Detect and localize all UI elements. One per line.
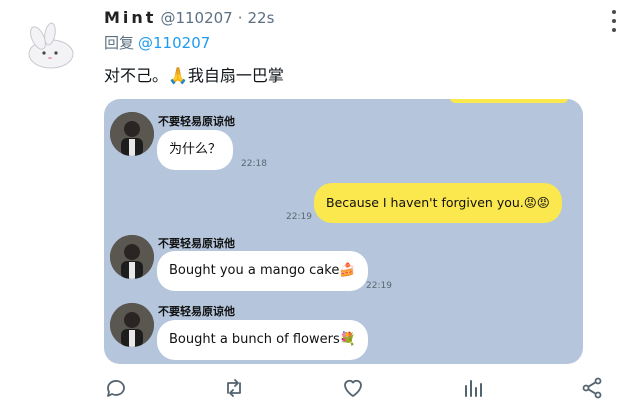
sender-name: 不要轻易原谅他 [158, 237, 235, 250]
post-header: Mint @110207 · 22s [104, 8, 274, 30]
bunny-avatar-icon [28, 22, 74, 69]
post-time[interactable]: 22s [248, 9, 275, 27]
contact-avatar [110, 303, 154, 347]
display-name[interactable]: Mint [104, 8, 156, 27]
contact-avatar [110, 235, 154, 279]
message-bubble: Bought you a mango cake🍰 [157, 251, 368, 291]
share-icon[interactable] [580, 376, 604, 400]
reply-icon[interactable] [104, 376, 128, 400]
message-time: 22:19 [366, 281, 392, 291]
like-icon[interactable] [341, 376, 365, 400]
message-bubble: 为什么？ [157, 130, 234, 170]
message-time: 22:18 [241, 159, 267, 169]
user-handle[interactable]: @110207 [160, 9, 232, 27]
contact-avatar [110, 112, 154, 156]
retweet-icon[interactable] [222, 376, 246, 400]
reply-prefix: 回复 [104, 34, 135, 52]
post-text: 对不己。🙏我自扇一巴掌 [104, 66, 284, 85]
separator-dot: · [237, 9, 243, 27]
my-message-bubble: Because I haven't forgiven you.😡😡 [314, 183, 562, 223]
sender-name: 不要轻易原谅他 [158, 115, 235, 128]
analytics-icon[interactable] [461, 376, 485, 400]
reply-context: 回复 @110207 [104, 32, 210, 53]
message-bubble: Bought a bunch of flowers💐 [157, 320, 368, 360]
post-action-bar [0, 372, 640, 406]
more-options-icon[interactable] [610, 10, 618, 32]
chat-screenshot-image[interactable]: 不要轻易原谅他 为什么？ 22:18 22:19 Because I haven… [104, 99, 583, 364]
message-time: 22:19 [286, 212, 312, 222]
sender-name: 不要轻易原谅他 [158, 305, 235, 318]
reply-mention-link[interactable]: @110207 [138, 34, 210, 52]
user-avatar[interactable] [20, 16, 82, 78]
previous-message-peek [450, 99, 568, 103]
